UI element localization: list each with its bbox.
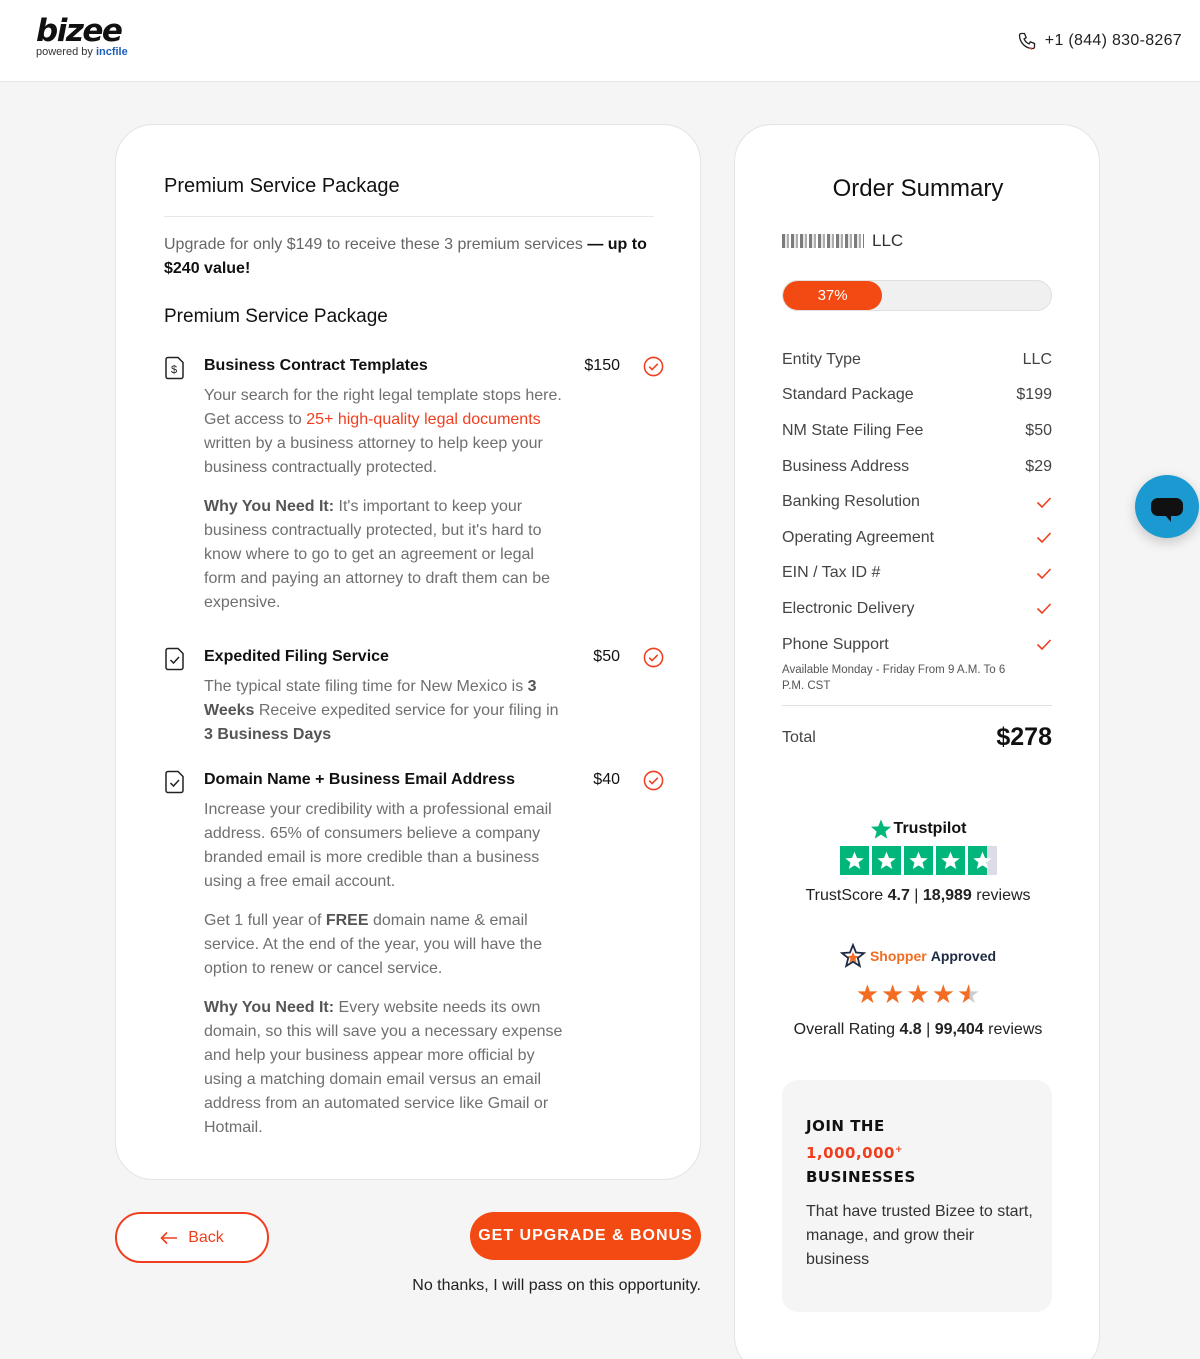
redacted-company-name [782,234,864,248]
back-button[interactable]: Back [115,1212,269,1263]
star-icon: ★ [931,979,955,1009]
chat-icon [1151,497,1183,522]
package-title: Premium Service Package [164,175,400,197]
logo-wordmark: bizee [36,13,123,49]
service-description: The typical state filing time for New Me… [204,678,559,743]
check-icon [1036,568,1052,580]
order-summary-card: Order Summary LLC 37% Entity Type LLC Sta… [734,124,1100,1359]
service-description: Your search for the right legal template… [204,387,562,611]
selected-check-icon[interactable] [643,647,664,668]
line-item: Banking Resolution [782,484,1052,520]
service-name: Expedited Filing Service [204,648,389,665]
line-item: EIN / Tax ID # [782,556,1052,592]
star-icon [839,846,869,875]
shopper-approved-widget[interactable]: Shopper Approved ★ ★ ★ ★ ★ Overall Rating… [735,943,1101,1039]
bizee-logo[interactable]: bizee powered by incfile [36,14,146,66]
service-description: Increase your credibility with a profess… [204,801,563,1136]
star-icon [935,846,965,875]
line-item: Operating Agreement [782,520,1052,556]
divider [782,705,1052,706]
line-item: Electronic Delivery [782,591,1052,627]
phone-link[interactable]: +1 (844) 830-8267 [1017,30,1182,52]
legal-documents-link[interactable]: 25+ high-quality legal documents [306,411,540,428]
arrow-left-icon [160,1231,178,1244]
service-price: $40 [593,771,620,788]
package-intro: Upgrade for only $149 to receive these 3… [164,236,647,277]
section-title: Premium Service Package [164,306,388,327]
check-icon [1036,497,1052,508]
shopper-stars: ★ ★ ★ ★ ★ [735,981,1101,1007]
check-icon [1036,532,1052,544]
star-icon: ★ [881,979,905,1009]
back-label: Back [188,1228,224,1246]
total-value: $278 [996,723,1052,751]
star-icon [903,846,933,875]
join-businesses-box: JOIN THE 1,000,000+ BUSINESSES That have… [782,1080,1052,1312]
star-icon [870,819,891,839]
star-badge-icon [839,943,866,968]
dollar-document-icon: $ [165,356,184,380]
logo-subtitle: powered by incfile [36,46,128,58]
progress-bar: 37% [782,280,1052,311]
trustpilot-stars [735,846,1101,875]
join-description: That have trusted Bizee to start, manage… [806,1203,1033,1268]
progress-fill: 37% [783,281,883,310]
site-header: bizee powered by incfile +1 (844) 830-82… [0,0,1200,82]
divider [164,216,654,217]
line-item: Entity Type LLC [782,350,1052,368]
check-document-icon [165,770,184,794]
chat-launcher-button[interactable] [1135,475,1199,538]
check-icon [1036,639,1052,651]
service-name: Domain Name + Business Email Address [204,771,516,788]
trustpilot-widget[interactable]: Trustpilot TrustScore 4.7 | 18,989 revie… [735,818,1101,905]
service-price: $150 [584,357,620,374]
selected-check-icon[interactable] [643,356,664,377]
half-star-icon [967,846,997,875]
line-item: NM State Filing Fee $50 [782,421,1052,439]
check-icon [1036,603,1052,615]
total-row: Total $278 [782,723,1052,752]
trustscore-text: TrustScore 4.7 | 18,989 reviews [805,887,1031,904]
shopper-approved-logo: Shopper Approved [735,943,1101,969]
svg-text:$: $ [171,364,177,376]
half-star-icon: ★ [956,979,981,1009]
premium-package-card: Premium Service Package Upgrade for only… [115,124,701,1180]
service-price: $50 [593,648,620,665]
line-item: Business Address $29 [782,457,1052,475]
star-icon: ★ [906,979,930,1009]
decline-link[interactable]: No thanks, I will pass on this opportuni… [412,1277,701,1295]
company-name: LLC [782,231,903,251]
phone-number: +1 (844) 830-8267 [1044,32,1182,49]
join-headline: JOIN THE 1,000,000+ BUSINESSES [806,1117,916,1186]
phone-icon [1018,32,1035,50]
get-upgrade-button[interactable]: GET UPGRADE & BONUS [470,1212,701,1260]
star-icon [871,846,901,875]
line-item: Standard Package $199 [782,386,1052,404]
line-item: Phone Support [782,627,1052,663]
line-items: Entity Type LLC Standard Package $199 NM S… [782,342,1052,694]
total-label: Total [782,728,816,746]
support-hours-note: Available Monday - Friday From 9 A.M. To… [782,664,1006,693]
selected-check-icon[interactable] [643,770,664,791]
check-document-icon [165,647,184,671]
star-icon: ★ [855,979,880,1009]
trustpilot-logo: Trustpilot [735,818,1101,840]
service-name: Business Contract Templates [204,357,428,374]
overall-rating-text: Overall Rating 4.8 | 99,404 reviews [793,1021,1043,1038]
order-summary-title: Order Summary [832,175,1004,202]
